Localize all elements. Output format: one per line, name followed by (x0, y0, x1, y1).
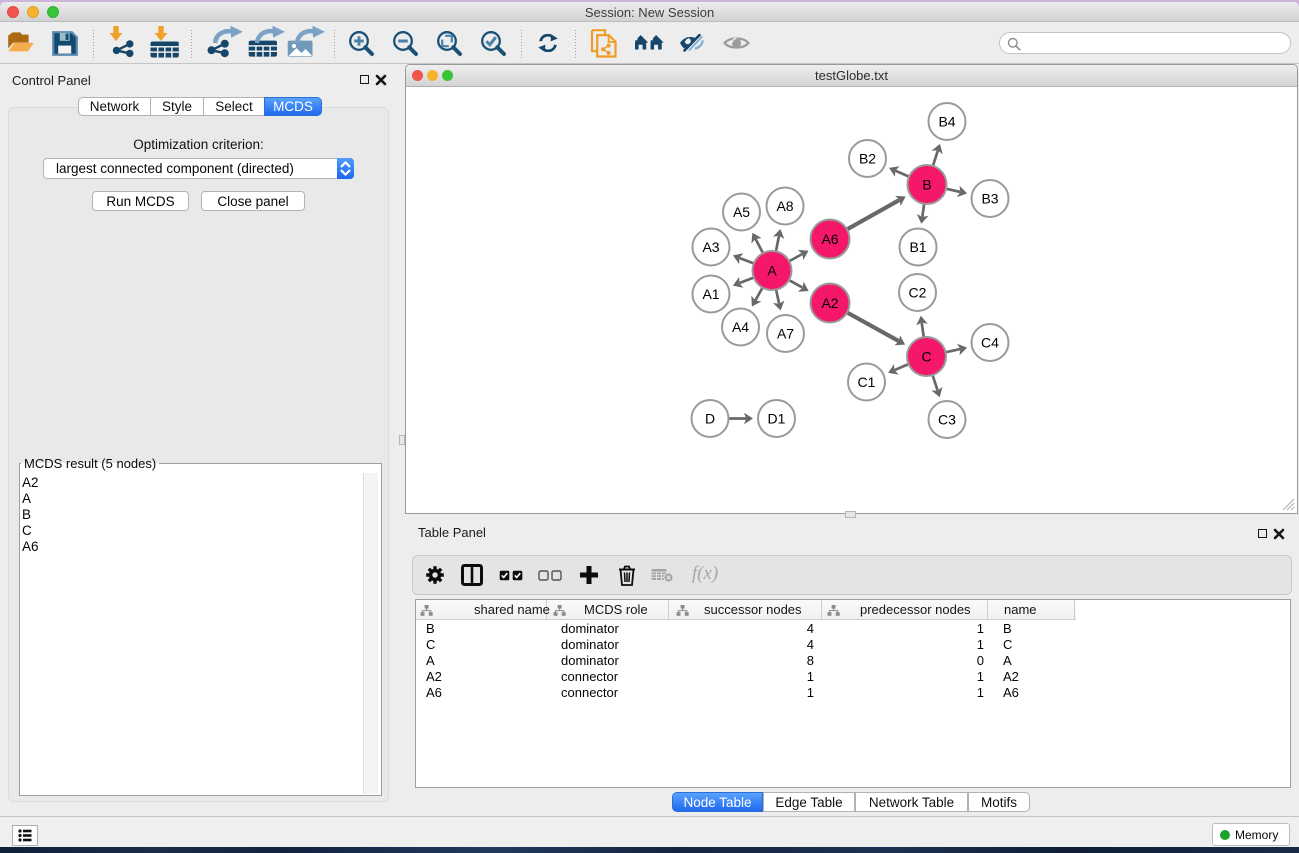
svg-text:A6: A6 (821, 231, 838, 247)
svg-text:B1: B1 (909, 239, 926, 255)
svg-text:C2: C2 (909, 284, 927, 300)
svg-text:D: D (705, 410, 715, 426)
svg-text:D1: D1 (768, 410, 786, 426)
svg-text:C: C (921, 348, 931, 364)
svg-text:C4: C4 (981, 334, 999, 350)
svg-text:A7: A7 (777, 325, 794, 341)
svg-text:B2: B2 (859, 150, 876, 166)
svg-text:A5: A5 (733, 204, 750, 220)
svg-text:C1: C1 (858, 374, 876, 390)
svg-text:B: B (922, 176, 931, 192)
svg-text:B3: B3 (981, 190, 998, 206)
svg-text:A: A (767, 262, 777, 278)
svg-text:A3: A3 (702, 239, 719, 255)
svg-text:B4: B4 (938, 113, 955, 129)
svg-text:A1: A1 (702, 286, 719, 302)
svg-text:A4: A4 (732, 319, 749, 335)
svg-text:C3: C3 (938, 411, 956, 427)
svg-text:A8: A8 (776, 198, 793, 214)
svg-text:A2: A2 (821, 295, 838, 311)
